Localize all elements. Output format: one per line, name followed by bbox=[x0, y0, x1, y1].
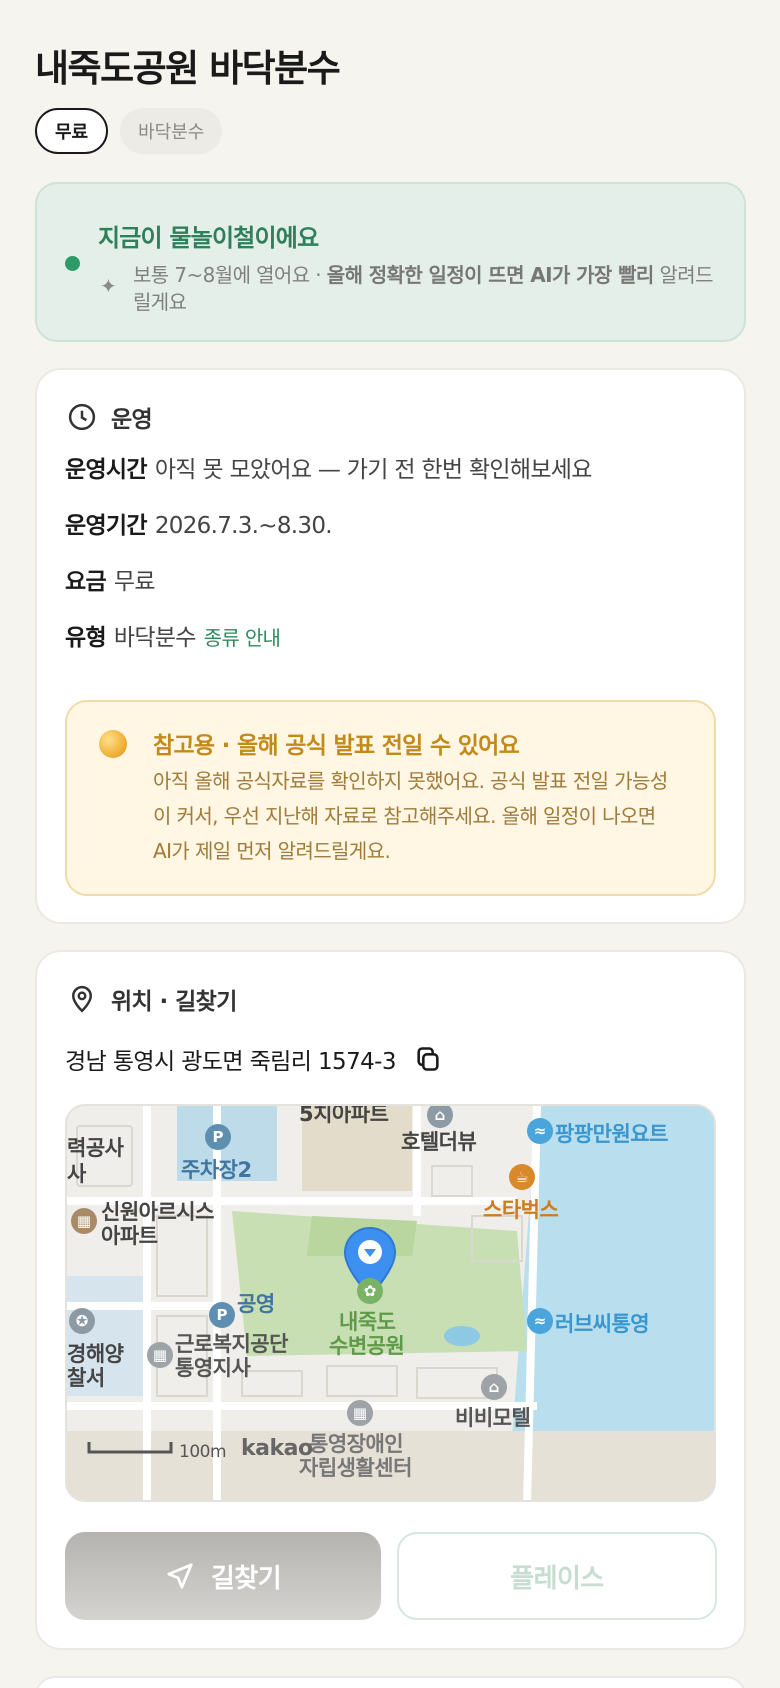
season-note-bold: 올해 정확한 일정이 뜨면 AI가 가장 빨리 bbox=[326, 263, 655, 287]
police-icon: ✪ bbox=[69, 1308, 95, 1334]
map-label-hotel-theview: 호텔더뷰 bbox=[401, 1130, 477, 1154]
type-key: 유형 bbox=[65, 625, 107, 651]
location-pin-icon bbox=[71, 985, 93, 1013]
map-label-coastguard2: 찰서 bbox=[67, 1366, 105, 1390]
hours-value: 아직 못 모았어요 — 가기 전 한번 확인해보세요 bbox=[154, 457, 593, 483]
office-icon: ▦ bbox=[147, 1342, 173, 1368]
parking-icon: P bbox=[205, 1124, 231, 1150]
motel-icon: ⌂ bbox=[481, 1374, 507, 1400]
type-value: 바닥분수 bbox=[113, 625, 197, 651]
navigate-button[interactable]: 길찾기 bbox=[65, 1532, 381, 1620]
clock-icon bbox=[68, 403, 96, 431]
place-label: 플레이스 bbox=[510, 1563, 604, 1594]
sparkle-icon: ✦ bbox=[100, 274, 117, 298]
map-view[interactable]: 5치아파트 력공사 사 P 주차장2 ⌂ 호텔더뷰 ≈ 팡팡만원요트 ▦ 신원아… bbox=[65, 1104, 716, 1502]
location-label: 위치 · 길찾기 bbox=[111, 989, 237, 1015]
map-label-waterfront-park: 수변공원 bbox=[329, 1334, 405, 1358]
copy-icon[interactable] bbox=[414, 1045, 442, 1073]
place-button[interactable]: 플레이스 bbox=[397, 1532, 717, 1620]
moon-icon bbox=[99, 730, 127, 758]
status-dot-icon bbox=[65, 256, 80, 271]
fee-key: 요금 bbox=[65, 569, 107, 595]
operation-card: 운영 운영시간 아직 못 모았어요 — 가기 전 한번 확인해보세요 운영기간 20… bbox=[35, 368, 746, 924]
hours-key: 운영시간 bbox=[65, 457, 148, 483]
kakao-logo: kakao bbox=[241, 1436, 313, 1461]
map-label-parking2: 주차장2 bbox=[181, 1158, 252, 1182]
type-guide-link[interactable]: 종류 안내 bbox=[204, 626, 281, 650]
operation-label: 운영 bbox=[111, 407, 153, 433]
map-label-public-parking: 공영 bbox=[237, 1292, 275, 1316]
map-label-apt5: 5치아파트 bbox=[299, 1104, 389, 1126]
page-title: 내죽도공원 바닥분수 bbox=[35, 47, 341, 90]
season-note: 보통 7~8월에 열어요 · 올해 정확한 일정이 뜨면 AI가 가장 빨리 알… bbox=[133, 262, 723, 316]
swim-icon: ≈ bbox=[527, 1118, 553, 1144]
address-text: 경남 통영시 광도면 죽림리 1574-3 bbox=[65, 1049, 396, 1075]
address-row: 경남 통영시 광도면 죽림리 1574-3 bbox=[65, 1042, 442, 1076]
parking-public-icon: P bbox=[209, 1302, 235, 1328]
navigate-label: 길찾기 bbox=[210, 1563, 282, 1594]
tag-free: 무료 bbox=[35, 108, 109, 154]
next-card bbox=[35, 1676, 746, 1688]
map-label-yacht: 팡팡만원요트 bbox=[555, 1122, 668, 1146]
map-label-welfare2: 통영지사 bbox=[175, 1356, 251, 1380]
season-note-lead: 보통 7~8월에 열어요 · bbox=[133, 263, 327, 287]
type-row: 유형 바닥분수 종류 안내 bbox=[65, 618, 281, 652]
location-header: 위치 · 길찾기 bbox=[67, 982, 237, 1016]
operation-header: 운영 bbox=[67, 400, 153, 434]
season-banner: 지금이 물놀이철이에요 ✦ 보통 7~8월에 열어요 · 올해 정확한 일정이 … bbox=[35, 182, 746, 342]
location-card: 위치 · 길찾기 경남 통영시 광도면 죽림리 1574-3 5치아파트 력공사… bbox=[35, 950, 746, 1650]
fee-row: 요금 무료 bbox=[65, 562, 156, 596]
season-headline: 지금이 물놀이철이에요 bbox=[98, 224, 319, 252]
map-label-starbucks: 스타벅스 bbox=[483, 1198, 559, 1222]
tag-list: 무료 바닥분수 bbox=[35, 108, 223, 154]
park-icon: ✿ bbox=[357, 1278, 383, 1304]
send-arrow-icon bbox=[167, 1563, 193, 1589]
map-label-disability2: 자립생활센터 bbox=[299, 1456, 412, 1480]
notice-body: 아직 올해 공식자료를 확인하지 못했어요. 공식 발표 전일 가능성이 커서,… bbox=[153, 769, 668, 863]
apartment-icon: ▦ bbox=[71, 1208, 97, 1234]
period-key: 운영기간 bbox=[65, 513, 148, 539]
period-row: 운영기간 2026.7.3.~8.30. bbox=[65, 506, 333, 540]
tag-type: 바닥분수 bbox=[120, 108, 223, 154]
map-label-shinwon2: 아파트 bbox=[101, 1224, 158, 1248]
notice-title: 참고용 · 올해 공식 발표 전일 수 있어요 bbox=[153, 733, 520, 759]
map-label-lovesea: 러브씨통영 bbox=[555, 1312, 650, 1336]
cafe-icon: ☕ bbox=[509, 1164, 535, 1190]
period-value: 2026.7.3.~8.30. bbox=[154, 513, 333, 539]
center-icon: ▦ bbox=[347, 1400, 373, 1426]
reference-notice: 참고용 · 올해 공식 발표 전일 수 있어요 아직 올해 공식자료를 확인하지… bbox=[65, 700, 716, 896]
hours-row: 운영시간 아직 못 모았어요 — 가기 전 한번 확인해보세요 bbox=[65, 450, 592, 484]
map-label-bibi-motel: 비비모텔 bbox=[455, 1406, 531, 1430]
fee-value: 무료 bbox=[113, 569, 156, 595]
swim-icon-2: ≈ bbox=[527, 1308, 553, 1334]
map-scale: 100m bbox=[179, 1442, 227, 1462]
map-label-power2: 사 bbox=[67, 1162, 86, 1186]
